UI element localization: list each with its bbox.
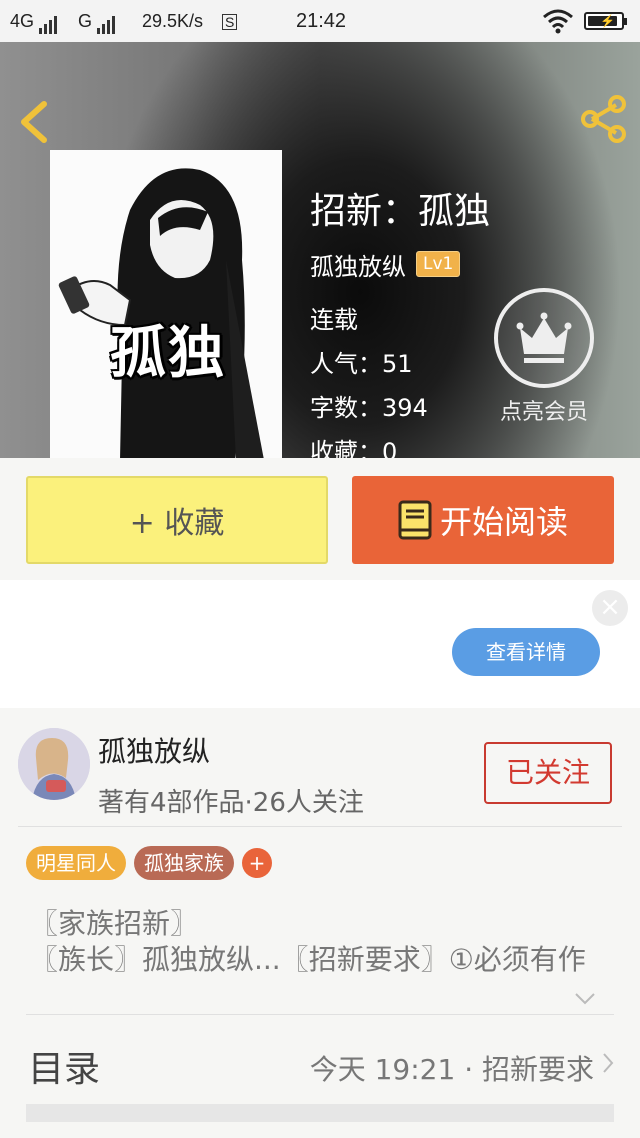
tag-list: 明星同人 孤独家族 + <box>26 846 272 880</box>
crown-icon <box>516 312 572 363</box>
ad-banner: × 查看详情 <box>0 580 640 708</box>
action-bar: + 收藏 开始阅读 <box>0 458 640 580</box>
book-cover[interactable]: 孤独 <box>50 150 282 458</box>
share-icon[interactable] <box>578 94 628 144</box>
battery-icon: ⚡ <box>584 12 627 30</box>
signal-icon <box>39 12 63 34</box>
add-favorite-button[interactable]: + 收藏 <box>26 476 328 564</box>
vip-button[interactable]: 点亮会员 <box>488 288 600 434</box>
cover-title-text: 孤独 <box>110 321 226 386</box>
wifi-icon <box>543 9 573 34</box>
toc-row[interactable]: 目录 今天 19:21 · 招新要求 <box>26 1034 614 1090</box>
close-icon[interactable]: × <box>592 590 628 626</box>
book-description[interactable]: 〖家族招新〗 〖族长〗孤独放纵...〖招新要求〗①必须有作 <box>30 906 614 978</box>
view-details-button[interactable]: 查看详情 <box>452 628 600 676</box>
avatar-image <box>18 728 90 800</box>
divider <box>26 1014 614 1015</box>
author-meta: 著有4部作品·26人关注 <box>98 788 364 818</box>
chevron-right-icon <box>603 1053 614 1073</box>
book-author-name[interactable]: 孤独放纵 <box>310 247 406 282</box>
start-reading-button[interactable]: 开始阅读 <box>352 476 614 564</box>
net-speed: 29.5K/s <box>142 11 204 31</box>
sim-icon: S <box>222 10 238 32</box>
start-reading-label: 开始阅读 <box>439 503 568 541</box>
level-badge: Lv1 <box>416 251 461 277</box>
chevron-down-icon[interactable] <box>574 992 596 1006</box>
book-word-count: 字数：394 <box>310 394 428 422</box>
signal-icon <box>97 12 121 34</box>
section-placeholder <box>26 1104 614 1122</box>
status-bar: 4G G 29.5K/s S 21:42 ⚡ <box>0 0 640 42</box>
divider <box>18 826 622 827</box>
cover-illustration <box>50 150 282 458</box>
book-author-row: 孤独放纵 Lv1 <box>310 247 461 282</box>
book-favorites: 收藏：0 <box>310 438 398 458</box>
description-line: 〖族长〗孤独放纵...〖招新要求〗①必须有作 <box>30 943 586 976</box>
book-title: 招新：孤独 <box>310 191 491 232</box>
book-icon <box>398 500 432 540</box>
tag-item[interactable]: 孤独家族 <box>134 846 234 880</box>
author-card: 孤独放纵 著有4部作品·26人关注 已关注 明星同人 孤独家族 + 〖家族招新〗… <box>0 708 640 1138</box>
network-g-label: G <box>78 11 93 31</box>
author-name[interactable]: 孤独放纵 <box>98 730 210 770</box>
vip-circle <box>494 288 594 388</box>
add-tag-button[interactable]: + <box>242 848 272 878</box>
toc-label: 目录 <box>28 1049 101 1090</box>
network-4g: 4G <box>10 10 63 34</box>
tag-item[interactable]: 明星同人 <box>26 846 126 880</box>
description-line: 〖家族招新〗 <box>30 907 199 940</box>
avatar[interactable] <box>18 728 90 800</box>
network-4g-label: 4G <box>10 11 35 31</box>
book-status: 连载 <box>310 306 358 334</box>
book-header: 孤独 招新：孤独 孤独放纵 Lv1 连载 人气：51 字数：394 收藏：0 点… <box>0 42 640 458</box>
book-popularity: 人气：51 <box>310 350 413 378</box>
follow-button[interactable]: 已关注 <box>484 742 612 804</box>
back-icon[interactable] <box>16 100 52 144</box>
network-g: G <box>78 10 121 34</box>
vip-label: 点亮会员 <box>499 400 588 425</box>
latest-chapter: 今天 19:21 · 招新要求 <box>309 1053 594 1086</box>
clock: 21:42 <box>296 10 347 32</box>
